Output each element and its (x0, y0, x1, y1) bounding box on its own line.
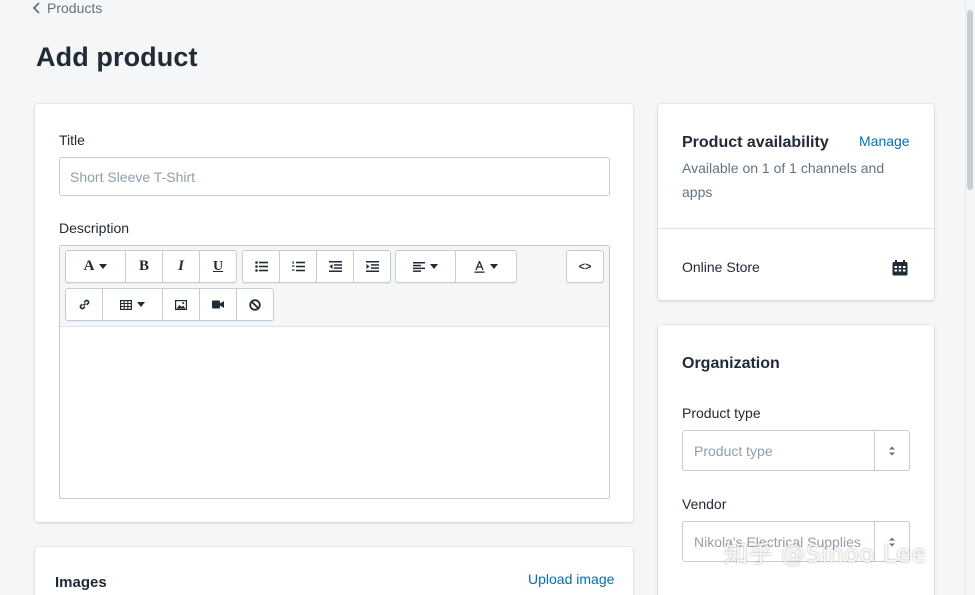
product-type-label: Product type (682, 405, 761, 421)
video-icon (212, 300, 224, 309)
breadcrumb-products-link[interactable]: Products (47, 0, 102, 16)
font-icon: A (83, 258, 95, 274)
scrollbar-thumb[interactable] (967, 10, 973, 190)
bold-button[interactable]: B (126, 251, 163, 282)
table-icon (120, 299, 132, 310)
product-type-placeholder: Product type (694, 442, 773, 459)
italic-icon: I (178, 258, 184, 274)
vendor-label: Vendor (682, 496, 727, 512)
page-title: Add product (36, 42, 198, 72)
divider (658, 228, 934, 229)
clear-formatting-button[interactable] (237, 289, 273, 320)
list-group (242, 250, 391, 283)
text-color-dropdown-button[interactable] (456, 251, 516, 282)
format-group (395, 250, 517, 283)
chevron-down-icon (430, 264, 438, 269)
insert-video-button[interactable] (200, 289, 237, 320)
link-icon (79, 299, 89, 310)
chevron-down-icon (137, 302, 145, 307)
organization-heading: Organization (682, 355, 780, 372)
underline-icon: U (212, 258, 224, 274)
bullet-list-icon (254, 261, 268, 272)
select-arrows-icon (889, 446, 895, 455)
title-input[interactable] (59, 157, 610, 196)
image-icon (175, 299, 187, 310)
product-availability-card: Product availability Manage Available on… (658, 104, 934, 300)
numbered-list-button[interactable] (280, 251, 317, 282)
manage-availability-link[interactable]: Manage (859, 133, 910, 149)
insert-image-button[interactable] (163, 289, 200, 320)
product-type-select[interactable]: Product type (682, 430, 910, 471)
description-label: Description (59, 220, 130, 236)
chevron-down-icon (490, 264, 498, 269)
bullet-list-button[interactable] (243, 251, 280, 282)
editor-toolbar: A B I U <> (60, 246, 609, 327)
availability-heading: Product availability (682, 134, 829, 151)
italic-button[interactable]: I (163, 251, 200, 282)
availability-summary: Available on 1 of 1 channels and apps (682, 160, 885, 200)
insert-group (65, 288, 274, 321)
code-view-button[interactable]: <> (567, 251, 603, 282)
text-color-icon (474, 260, 485, 273)
indent-icon (365, 261, 379, 272)
insert-link-button[interactable] (66, 289, 103, 320)
insert-table-dropdown-button[interactable] (103, 289, 163, 320)
channel-online-store: Online Store (682, 259, 760, 275)
numbered-list-icon (291, 261, 305, 272)
underline-button[interactable]: U (200, 251, 236, 282)
description-content-area[interactable] (60, 328, 609, 498)
description-editor: A B I U <> (59, 245, 610, 499)
watermark-text: 知乎 @Sinoo Lee (724, 540, 927, 568)
align-left-icon (413, 261, 425, 272)
upload-image-link[interactable]: Upload image (528, 571, 614, 587)
clear-format-icon (249, 298, 261, 311)
images-card: Images Upload image (35, 547, 633, 595)
title-label: Title (59, 132, 85, 148)
chevron-left-icon (32, 2, 40, 14)
calendar-icon[interactable] (892, 260, 908, 276)
breadcrumb[interactable]: Products (32, 0, 102, 16)
outdent-button[interactable] (317, 251, 354, 282)
font-dropdown-button[interactable]: A (66, 251, 126, 282)
indent-button[interactable] (354, 251, 390, 282)
align-dropdown-button[interactable] (396, 251, 456, 282)
outdent-icon (328, 261, 342, 272)
code-group: <> (566, 250, 604, 283)
chevron-down-icon (99, 264, 108, 269)
product-details-card: Title Description A B I U (35, 104, 633, 522)
product-type-arrow[interactable] (874, 431, 909, 470)
text-style-group: A B I U (65, 250, 237, 283)
bold-icon: B (138, 258, 149, 274)
images-heading: Images (55, 574, 107, 591)
code-icon: <> (578, 260, 592, 273)
